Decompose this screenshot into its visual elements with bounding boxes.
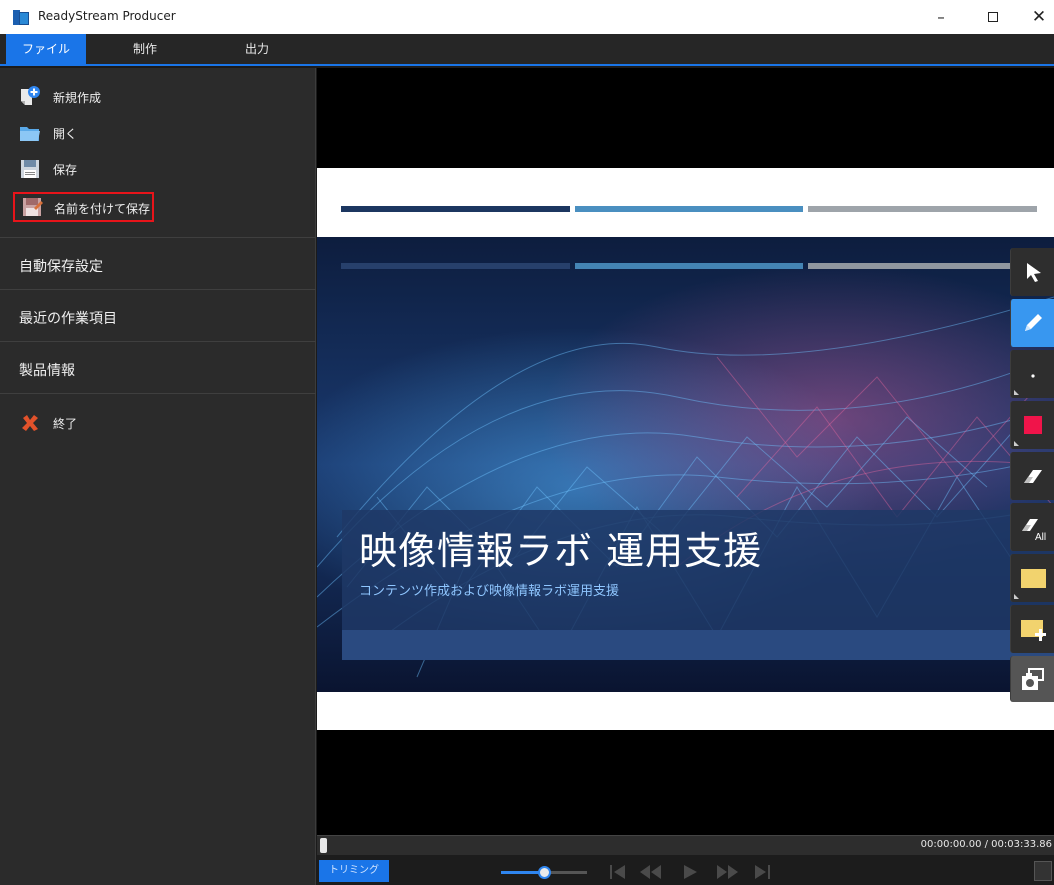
open-item[interactable]: 開く: [13, 120, 153, 146]
tab-create[interactable]: 制作: [108, 34, 182, 64]
dot-icon: [1031, 374, 1035, 378]
pointer-tool-button[interactable]: [1010, 248, 1054, 296]
fast-forward-button[interactable]: [713, 862, 741, 882]
save-label: 保存: [53, 163, 78, 177]
tab-file[interactable]: ファイル: [6, 34, 86, 64]
title-banner-footer: [342, 630, 1054, 660]
menu-bar: ファイル 制作 出力: [0, 34, 1054, 66]
skip-to-end-button[interactable]: [751, 862, 773, 882]
exit-item[interactable]: 終了: [13, 410, 133, 436]
recent-items-label: 最近の作業項目: [19, 311, 117, 327]
camera-icon: [1022, 668, 1044, 690]
preview-area[interactable]: 映像情報ラボ 運用支援 コンテンツ作成および映像情報ラボ運用支援: [317, 68, 1054, 835]
eraser-tool-button[interactable]: [1010, 452, 1054, 500]
auto-save-settings-label: 自動保存設定: [19, 259, 103, 275]
cursor-arrow-icon: [1027, 263, 1041, 282]
new-project-label: 新規作成: [53, 91, 102, 105]
play-button[interactable]: [679, 862, 701, 882]
product-info-item[interactable]: 製品情報: [0, 341, 316, 393]
close-x-icon: [22, 415, 38, 431]
skip-end-icon: [755, 865, 770, 879]
sticky-note-tool-button[interactable]: [1010, 554, 1054, 602]
dropdown-corner-icon: [1014, 390, 1019, 395]
pen-icon: [1025, 314, 1042, 331]
new-project-item[interactable]: 新規作成: [13, 84, 153, 110]
volume-slider[interactable]: [501, 866, 587, 879]
file-menu-panel: 新規作成 開く 保存 名前を付けて保存 自動保存設定 最近の作業項目 製品情報: [0, 68, 316, 885]
new-document-icon: [21, 86, 40, 105]
rewind-icon: [640, 865, 661, 879]
exit-label: 終了: [53, 417, 78, 431]
slide-accent-bar-blue: [575, 206, 803, 212]
fullscreen-button[interactable]: [1034, 861, 1052, 881]
dropdown-corner-icon: [1014, 441, 1019, 446]
slide-preview: 映像情報ラボ 運用支援 コンテンツ作成および映像情報ラボ運用支援: [317, 168, 1054, 730]
slide-subtitle: コンテンツ作成および映像情報ラボ運用支援: [359, 584, 620, 599]
erase-all-badge: All: [1035, 532, 1046, 543]
skip-start-icon: [610, 865, 625, 879]
pen-tool-button[interactable]: [1010, 299, 1054, 347]
maximize-button[interactable]: [970, 0, 1016, 34]
time-display: 00:00:00.00 / 00:03:33.86: [920, 839, 1052, 850]
save-item[interactable]: 保存: [13, 156, 153, 182]
product-info-label: 製品情報: [19, 363, 75, 379]
red-square-icon: [1024, 416, 1042, 434]
dropdown-corner-icon: [1014, 594, 1019, 599]
minimize-button[interactable]: –: [918, 0, 964, 34]
sticky-note-add-icon: [1021, 620, 1046, 641]
seek-bar[interactable]: 00:00:00.00 / 00:03:33.86: [317, 835, 1054, 855]
pen-size-tool-button[interactable]: [1010, 350, 1054, 398]
timeline-bar: 00:00:00.00 / 00:03:33.86 トリミング: [317, 835, 1054, 885]
slide-accent-bar-gray: [808, 206, 1037, 212]
rewind-button[interactable]: [637, 862, 665, 882]
fast-forward-icon: [717, 865, 738, 879]
play-icon: [684, 865, 697, 879]
title-bar: ReadyStream Producer – ✕: [0, 0, 1054, 34]
section-divider: [0, 393, 316, 394]
open-label: 開く: [53, 127, 78, 141]
save-as-icon: [23, 198, 43, 216]
tab-output[interactable]: 出力: [220, 34, 294, 64]
erase-all-tool-button[interactable]: All: [1010, 503, 1054, 551]
seek-handle[interactable]: [320, 838, 327, 853]
save-as-item[interactable]: 名前を付けて保存: [13, 192, 154, 222]
eraser-all-icon: All: [1022, 519, 1046, 543]
skip-to-start-button[interactable]: [607, 862, 629, 882]
trim-button[interactable]: トリミング: [319, 860, 389, 882]
close-window-button[interactable]: ✕: [1016, 0, 1054, 34]
recent-items-item[interactable]: 最近の作業項目: [0, 289, 316, 341]
volume-knob[interactable]: [537, 866, 551, 879]
floppy-disk-icon: [21, 160, 39, 178]
slide-title: 映像情報ラボ 運用支援: [359, 529, 763, 573]
auto-save-settings-item[interactable]: 自動保存設定: [0, 237, 316, 289]
pen-color-tool-button[interactable]: [1010, 401, 1054, 449]
maximize-icon: [988, 12, 998, 22]
window-title: ReadyStream Producer: [38, 9, 176, 23]
add-sticky-note-tool-button[interactable]: [1010, 605, 1054, 653]
save-as-label: 名前を付けて保存: [54, 202, 151, 216]
sticky-note-icon: [1021, 569, 1046, 588]
app-logo-icon: [13, 10, 29, 25]
folder-icon: [20, 127, 40, 141]
slide-accent-bar-navy: [341, 206, 570, 212]
eraser-icon: [1024, 470, 1042, 483]
screenshot-tool-button[interactable]: [1010, 656, 1054, 702]
